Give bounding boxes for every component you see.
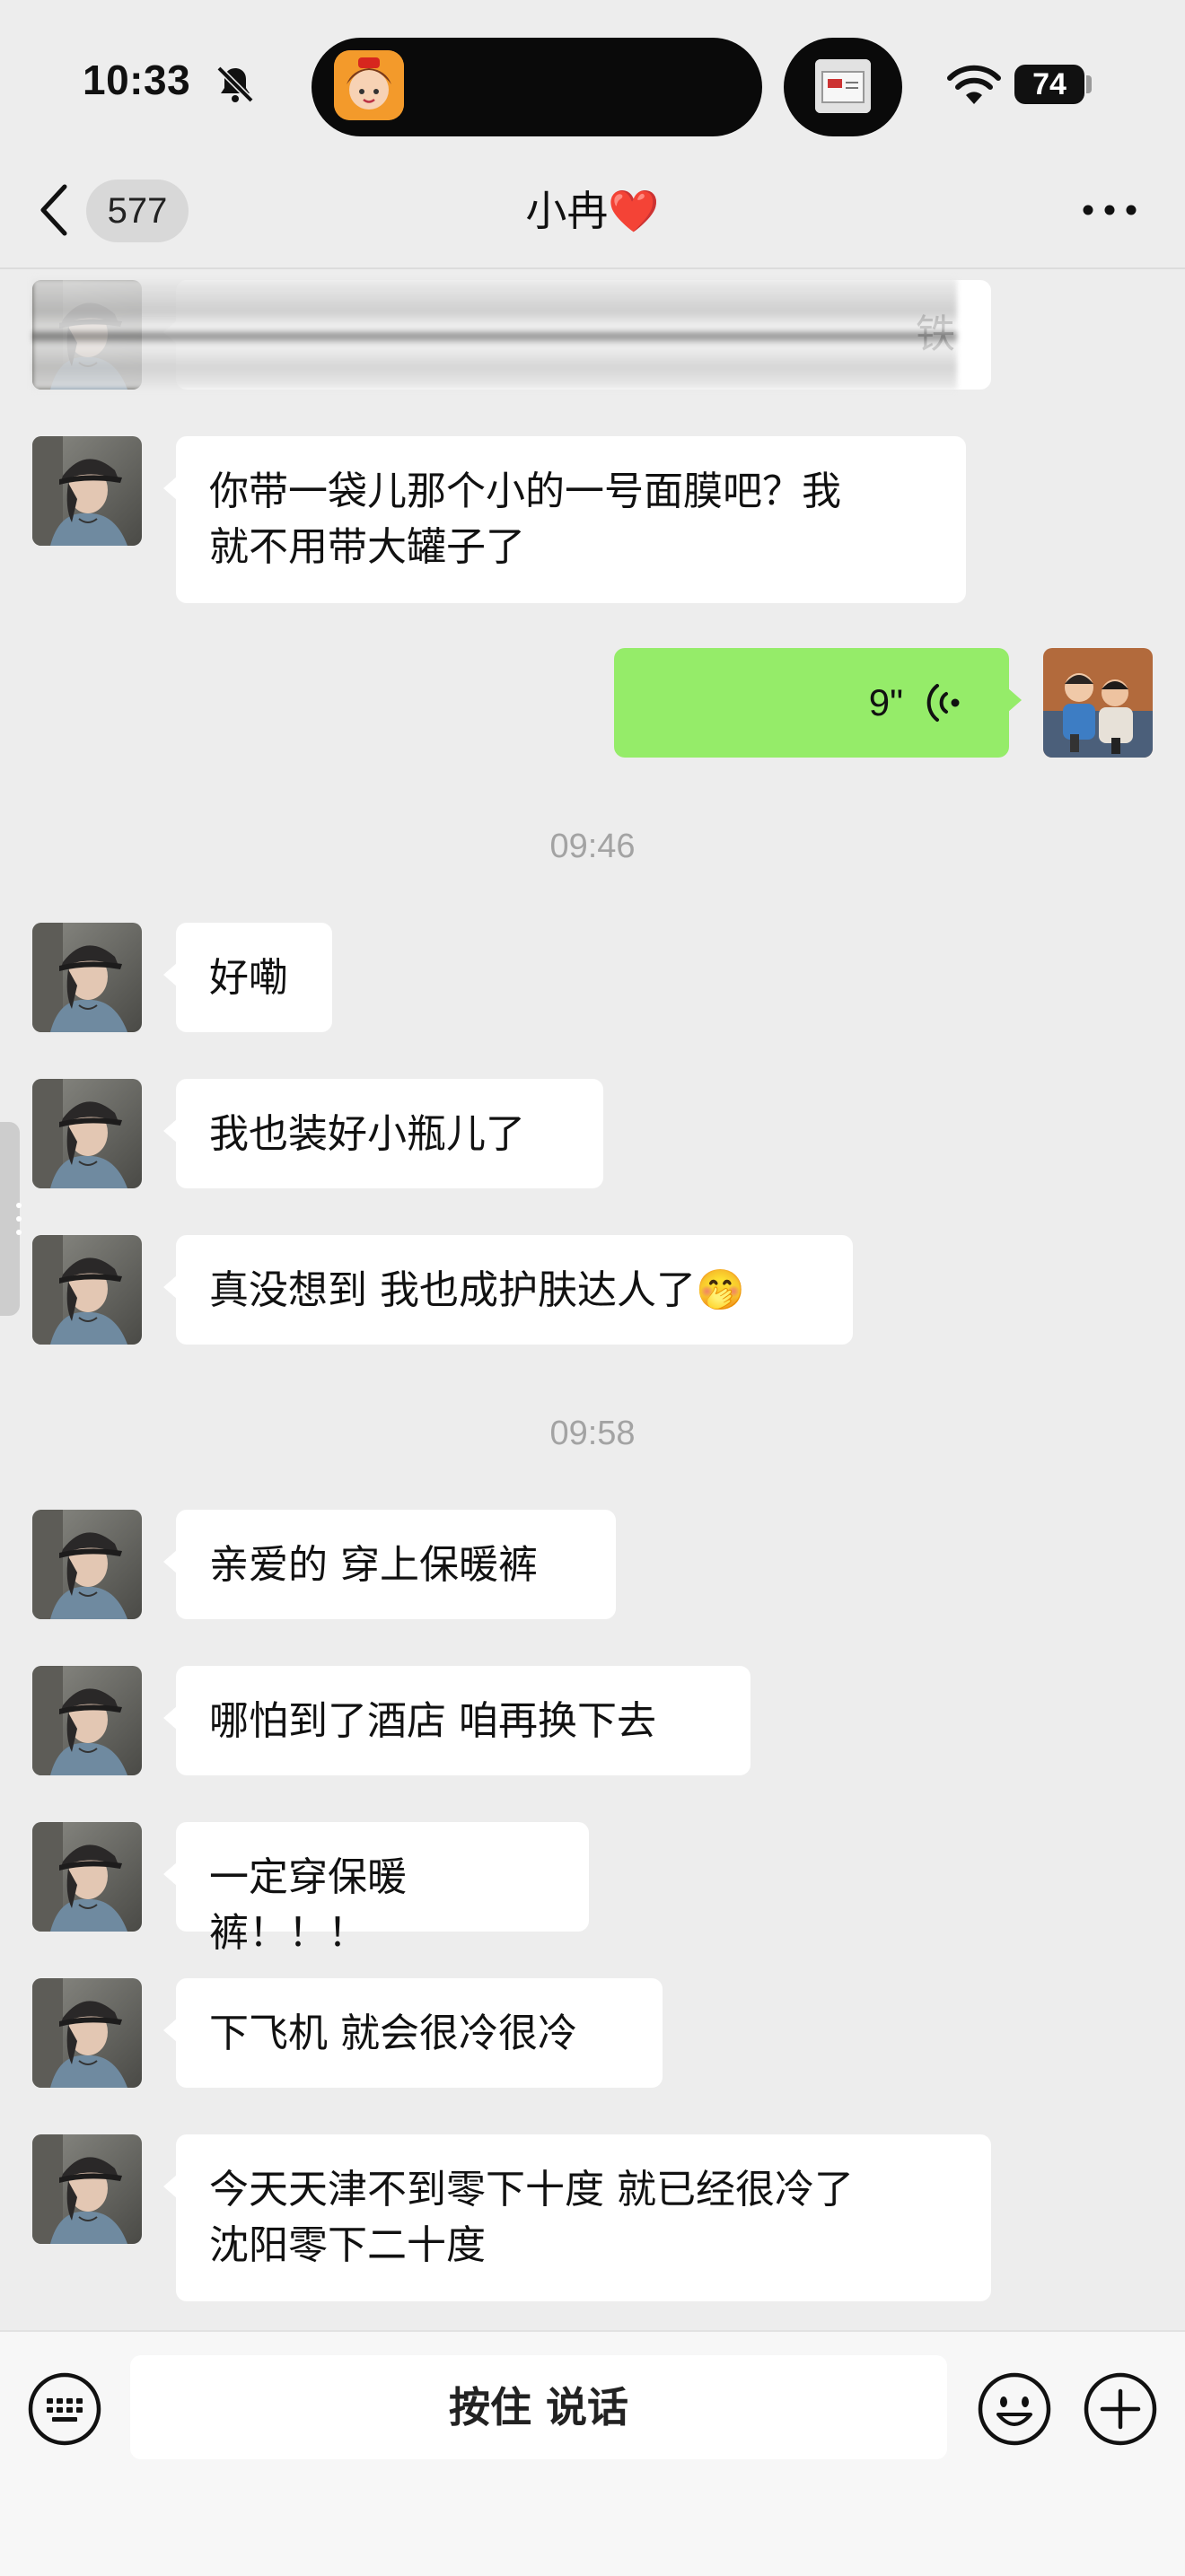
more-dots-icon[interactable] — [1081, 199, 1138, 221]
message-line: 沈阳零下二十度 — [209, 2222, 486, 2268]
message-bubble[interactable]: 一定穿保暖裤！！！ — [163, 1822, 589, 1956]
contact-avatar[interactable] — [32, 2134, 142, 2244]
message-bubble[interactable]: 你带一袋儿那个小的一号面膜吧？我 就不用带大罐子了 — [163, 436, 966, 603]
contact-avatar[interactable] — [32, 1666, 142, 1775]
nav-divider — [0, 267, 1185, 269]
contact-avatar[interactable] — [32, 1079, 142, 1188]
message-bubble[interactable]: 哪怕到了酒店 咱再换下去 — [163, 1666, 750, 1775]
message-line: 你带一袋儿那个小的一号面膜吧？我 — [209, 469, 841, 514]
message-bubble[interactable]: 下飞机 就会很冷很冷 — [163, 1978, 663, 2088]
message-bubble[interactable]: 真没想到 我也成护肤达人了🤭 — [163, 1235, 853, 1345]
message-line: 今天天津不到零下十度 就已经很冷了 — [209, 2167, 854, 2212]
contact-name: 小冉 — [525, 187, 609, 235]
bell-slash-icon — [216, 66, 254, 103]
message-text: 亲爱的 穿上保暖裤 — [209, 1542, 538, 1588]
contact-avatar[interactable] — [32, 1822, 142, 1932]
hold-to-talk-button[interactable]: 按住 说话 — [130, 2355, 947, 2459]
message-text: 一定穿保暖裤！！！ — [209, 1854, 407, 1956]
voice-wave-icon — [926, 684, 960, 722]
message-bubble[interactable]: 今天天津不到零下十度 就已经很冷了 沈阳零下二十度 — [163, 2134, 991, 2301]
voice-duration: 9" — [868, 681, 903, 723]
contact-avatar[interactable] — [32, 436, 142, 546]
message-line: 就不用带大罐子了 — [209, 524, 525, 570]
message-text: 哪怕到了酒店 咱再换下去 — [209, 1698, 656, 1744]
cartoon-face-icon — [334, 50, 404, 120]
battery-icon: 74 — [1014, 65, 1084, 104]
wifi-icon — [947, 65, 1001, 104]
my-avatar[interactable] — [1043, 648, 1153, 758]
message-text: 我也装好小瓶儿了 — [209, 1111, 525, 1157]
keyboard-icon[interactable] — [27, 2371, 102, 2447]
heart-emoji: ❤️ — [608, 187, 660, 235]
message-text: 真没想到 我也成护肤达人了 — [209, 1267, 696, 1313]
voice-message-bubble[interactable]: 9" — [614, 648, 1022, 758]
live-activity-thumbnail[interactable] — [815, 59, 871, 113]
emoji-icon[interactable] — [977, 2371, 1052, 2447]
battery-cap — [1086, 75, 1092, 93]
message-bubble[interactable]: 我也装好小瓶儿了 — [163, 1079, 603, 1188]
plus-icon[interactable] — [1083, 2371, 1158, 2447]
vertical-dots-icon — [16, 1203, 22, 1235]
contact-avatar[interactable] — [32, 1235, 142, 1345]
chat-title: 小冉❤️ — [0, 180, 1185, 242]
live-activity-app-icon[interactable] — [334, 50, 404, 120]
status-time: 10:33 — [83, 57, 191, 103]
message-bubble[interactable]: 好嘞 — [163, 923, 332, 1032]
message-text: 下飞机 就会很冷很冷 — [209, 2011, 577, 2056]
timestamp: 09:58 — [549, 1415, 636, 1452]
contact-avatar[interactable] — [32, 1510, 142, 1619]
contact-avatar[interactable] — [32, 923, 142, 1032]
hand-over-mouth-emoji: 🤭 — [696, 1267, 745, 1313]
package-icon — [815, 59, 871, 113]
message-text: 好嘞 — [209, 955, 288, 1001]
message-bubble[interactable]: 亲爱的 穿上保暖裤 — [163, 1510, 616, 1619]
blurred-region — [32, 278, 957, 390]
timestamp: 09:46 — [549, 828, 636, 865]
contact-avatar[interactable] — [32, 1978, 142, 2088]
